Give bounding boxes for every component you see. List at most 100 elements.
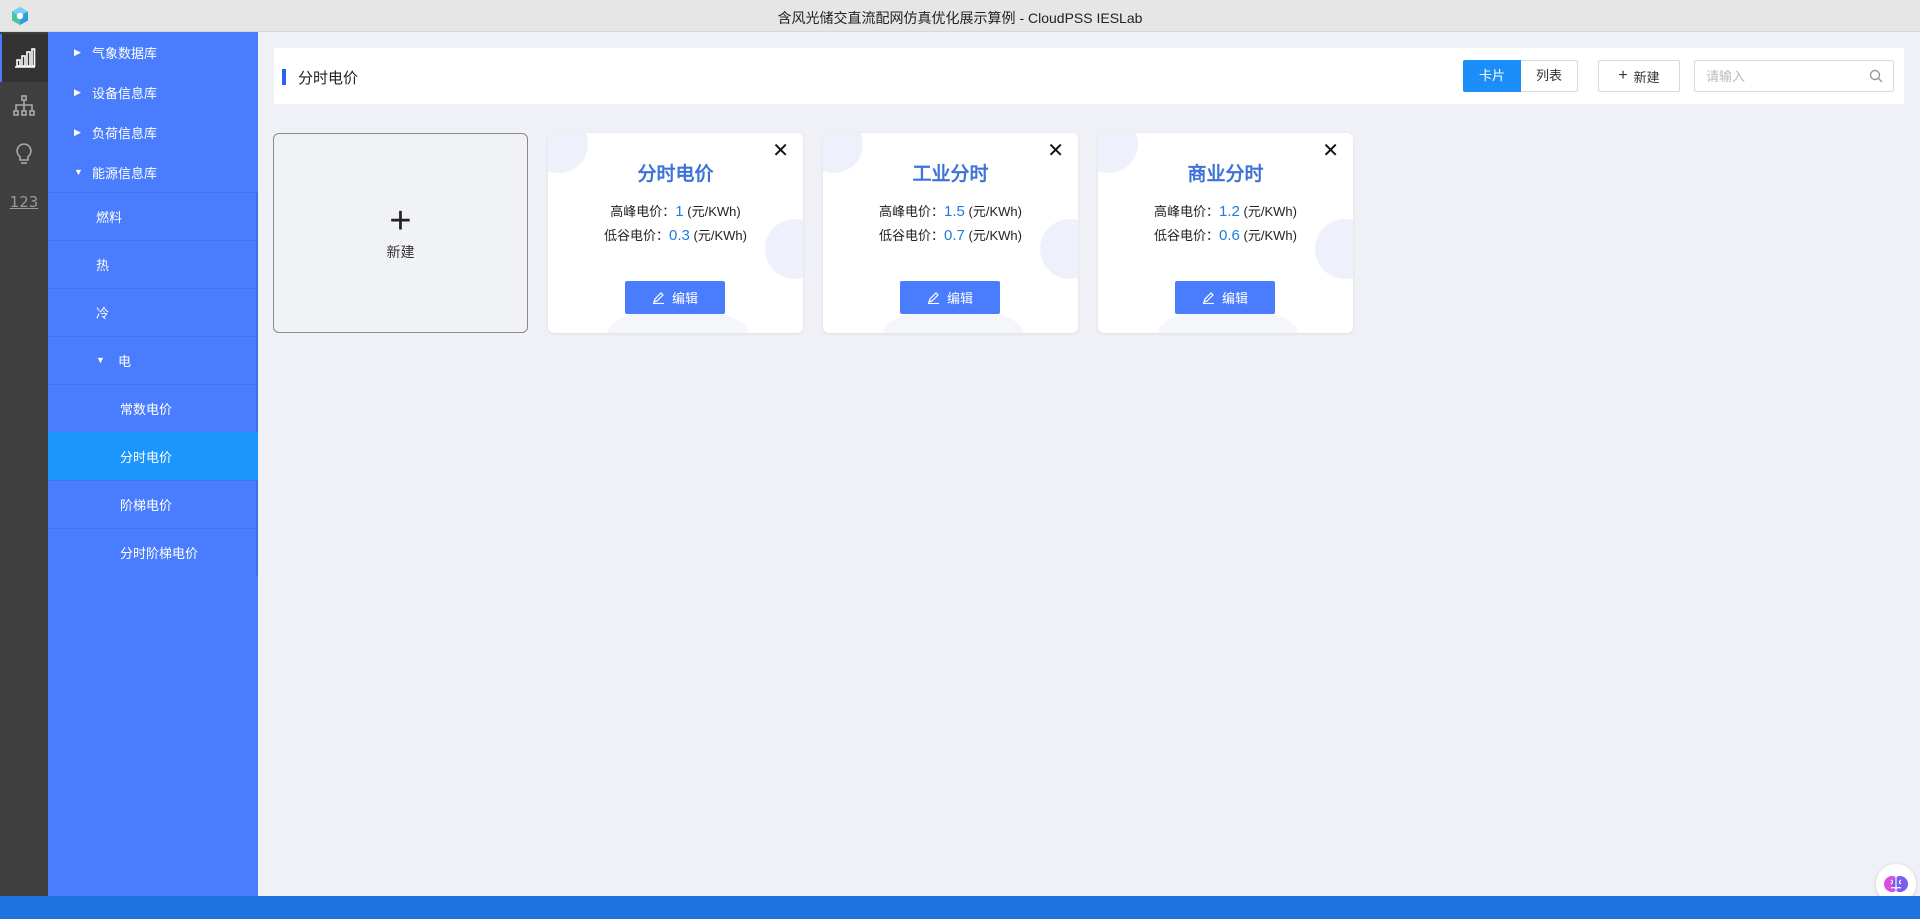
status-bar [0,896,1920,919]
sidebar-item-weather-db[interactable]: ▶ 气象数据库 [48,32,258,72]
edit-button[interactable]: 编辑 [900,281,1000,314]
sidebar-item-label: 能源信息库 [92,165,158,181]
peak-price-row: 高峰电价：1.5 (元/KWh) [823,201,1078,220]
close-icon[interactable]: ✕ [1047,141,1064,161]
unit-label: (元/KWh) [968,228,1022,243]
sidebar-item-cold[interactable]: 冷 [48,288,258,336]
valley-label: 低谷电价： [879,228,945,243]
price-card: ✕ 分时电价 高峰电价：1 (元/KWh) 低谷电价：0.3 (元/KWh) 编… [548,133,803,333]
sidebar-item-label: 气象数据库 [92,45,158,61]
unit-label: (元/KWh) [687,204,741,219]
sidebar-item-label: 分时阶梯电价 [120,545,199,561]
data-module-button[interactable] [0,34,48,82]
unit-label: (元/KWh) [1243,228,1297,243]
sidebar-item-label: 阶梯电价 [120,497,173,513]
card-title: 商业分时 [1187,164,1264,185]
valley-value: 0.7 [944,227,965,244]
plus-icon: + [389,200,412,242]
peak-price-row: 高峰电价：1.2 (元/KWh) [1098,201,1353,220]
unit-label: (元/KWh) [693,228,747,243]
sidebar-item-label: 电 [118,353,132,369]
card-title: 分时电价 [637,164,714,185]
edit-pencil-icon [652,292,664,304]
sidebar-item-load-db[interactable]: ▶ 负荷信息库 [48,112,258,152]
peak-value: 1.5 [944,203,965,220]
idea-module-button[interactable] [0,130,48,178]
sidebar-item-electricity[interactable]: ▼ 电 [48,336,258,384]
close-icon[interactable]: ✕ [772,141,789,161]
bar-chart-icon [15,48,36,68]
page-title: 分时电价 [298,70,359,87]
new-button[interactable]: + 新建 [1598,60,1680,92]
valley-price-row: 低谷电价：0.7 (元/KWh) [823,225,1078,244]
sidebar-item-heat[interactable]: 热 [48,240,258,288]
caret-right-icon: ▶ [74,86,81,97]
lightbulb-icon [16,143,32,164]
window-titlebar: 含风光储交直流配网仿真优化展示算例 - CloudPSS IESLab [0,0,1920,32]
unit-label: (元/KWh) [1243,204,1297,219]
edit-button-label: 编辑 [1221,291,1248,306]
valley-label: 低谷电价： [604,228,670,243]
new-button-label: 新建 [1633,69,1660,85]
title-accent-bar [282,69,286,85]
sidebar-item-tiered-price[interactable]: 阶梯电价 [48,480,258,528]
edit-button-label: 编辑 [671,291,698,306]
caret-down-icon: ▼ [74,167,83,177]
peak-label: 高峰电价： [1154,204,1220,219]
brain-icon [1884,876,1908,892]
sidebar-item-equipment-db[interactable]: ▶ 设备信息库 [48,72,258,112]
topology-module-button[interactable] [0,82,48,130]
sidebar-item-tou-price[interactable]: 分时电价 [48,432,258,480]
new-card-label: 新建 [386,244,415,260]
caret-right-icon: ▶ [74,46,81,57]
plus-icon: + [1618,67,1628,84]
price-card: ✕ 商业分时 高峰电价：1.2 (元/KWh) 低谷电价：0.6 (元/KWh)… [1098,133,1353,333]
price-card: ✕ 工业分时 高峰电价：1.5 (元/KWh) 低谷电价：0.7 (元/KWh)… [823,133,1078,333]
valley-value: 0.6 [1219,227,1240,244]
numeric-module-button[interactable]: 123 [0,178,48,226]
sidebar-item-label: 燃料 [96,209,123,225]
valley-value: 0.3 [669,227,690,244]
edit-button-label: 编辑 [946,291,973,306]
new-card[interactable]: + 新建 [273,133,528,333]
sidebar-item-label: 常数电价 [120,401,173,417]
sidebar-item-tou-tiered-price[interactable]: 分时阶梯电价 [48,528,258,576]
list-view-button[interactable]: 列表 [1521,60,1579,92]
caret-right-icon: ▶ [74,126,81,137]
search-input[interactable] [1695,61,1865,91]
unit-label: (元/KWh) [968,204,1022,219]
sidebar-item-label: 分时电价 [120,449,173,465]
window-title: 含风光储交直流配网仿真优化展示算例 - CloudPSS IESLab [777,10,1143,26]
sidebar-item-constant-price[interactable]: 常数电价 [48,384,258,432]
edit-button[interactable]: 编辑 [1175,281,1275,314]
search-box [1694,60,1894,92]
sidebar-item-label: 热 [96,257,110,273]
close-icon[interactable]: ✕ [1322,141,1339,161]
edit-pencil-icon [1202,292,1214,304]
valley-price-row: 低谷电价：0.3 (元/KWh) [548,225,803,244]
sidebar-item-energy-db[interactable]: ▼ 能源信息库 [48,152,258,192]
peak-price-row: 高峰电价：1 (元/KWh) [548,201,803,220]
org-tree-icon [13,95,35,116]
caret-down-icon: ▼ [96,355,105,365]
sidebar-item-label: 负荷信息库 [92,125,158,141]
view-toggle: 卡片 列表 [1463,60,1579,92]
card-view-button[interactable]: 卡片 [1463,60,1522,92]
sidebar-item-label: 设备信息库 [92,85,158,101]
peak-label: 高峰电价： [879,204,945,219]
card-title: 工业分时 [912,164,989,185]
valley-price-row: 低谷电价：0.6 (元/KWh) [1098,225,1353,244]
content-header: 分时电价 卡片 列表 + 新建 [274,48,1904,104]
edit-button[interactable]: 编辑 [625,281,725,314]
peak-label: 高峰电价： [610,204,676,219]
sidebar-item-fuel[interactable]: 燃料 [48,192,258,240]
peak-value: 1.2 [1219,203,1240,220]
module-iconbar: 123 [0,32,48,896]
sidebar: ▶ 气象数据库 ▶ 设备信息库 ▶ 负荷信息库 ▼ 能源信息库 燃料 热 冷 ▼… [48,32,258,896]
number-123-icon: 123 [9,193,39,211]
edit-pencil-icon [927,292,939,304]
search-icon[interactable] [1869,69,1883,83]
peak-value: 1 [675,203,684,220]
sidebar-item-label: 冷 [96,305,110,321]
valley-label: 低谷电价： [1154,228,1220,243]
